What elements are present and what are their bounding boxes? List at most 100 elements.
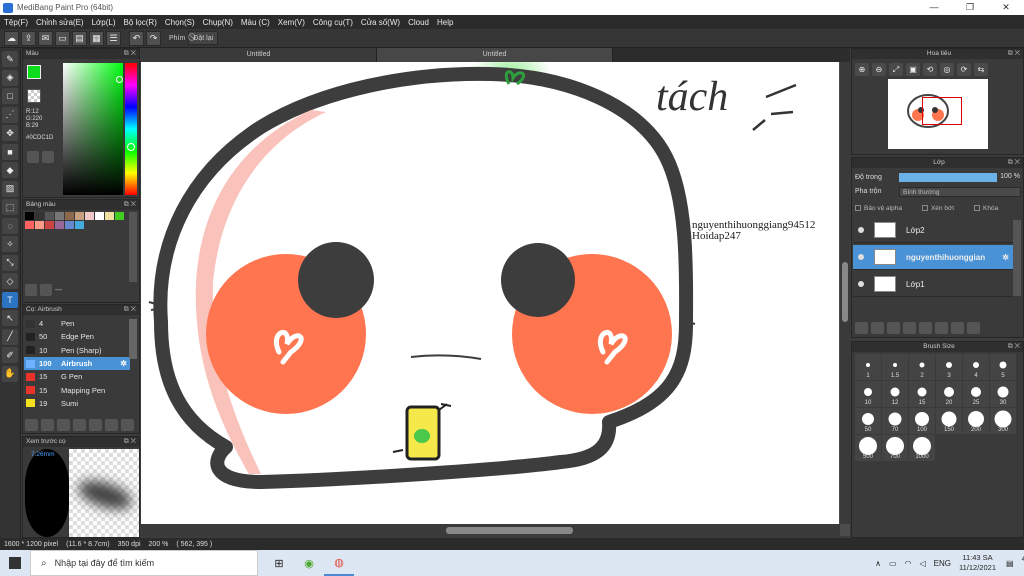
layer-folder-icon[interactable] [919,322,932,334]
merge-layer-icon[interactable] [951,322,964,334]
hand-tool-icon[interactable]: ✋ [2,365,18,382]
brush-folder-icon[interactable] [105,419,118,431]
transparent-color-swatch[interactable] [27,89,41,103]
brush-size-cell[interactable]: 300 [990,408,1016,434]
menu-file[interactable]: Tệp(F) [4,18,28,27]
palette-swatch[interactable] [55,221,64,229]
brush-size-cell[interactable]: 20 [936,381,962,407]
brush-copy-icon[interactable] [89,419,102,431]
brush-size-cell[interactable]: 200 [963,408,989,434]
brush-size-cell[interactable]: 10 [855,381,881,407]
new-layer-icon[interactable] [855,322,868,334]
menu-snap[interactable]: Chụp(N) [203,18,233,27]
delete-palette-icon[interactable] [40,284,52,296]
navigator-viewport-rect[interactable] [922,97,962,125]
undo-icon[interactable]: ↶ [129,30,144,46]
delete-layer-icon[interactable] [967,322,980,334]
layer-item[interactable]: Lớp1 [853,272,1013,297]
grid-icon[interactable]: ▦ [89,30,104,46]
palette-swatch[interactable] [95,221,104,229]
panel-close-icon[interactable]: ⧉ ✕ [124,200,136,210]
rotate-left-icon[interactable]: ⟲ [923,63,937,76]
close-button[interactable]: ✕ [988,0,1024,15]
notification-center[interactable]: ▤ 4 [1006,557,1024,568]
menu-view[interactable]: Xem(V) [278,18,305,27]
task-view-icon[interactable]: ⊞ [264,550,294,576]
menu-tools[interactable]: Công cụ(T) [313,18,353,27]
palette-swatch[interactable] [65,212,74,220]
palette-swatch[interactable] [25,212,34,220]
start-button[interactable] [0,550,30,576]
tab-untitled-2[interactable]: Untitled [377,48,613,62]
panel-close-icon[interactable]: ⧉ ✕ [124,49,136,59]
taskbar-search[interactable]: ⌕ Nhập tại đây để tìm kiếm [30,550,258,576]
palette-swatch[interactable] [105,221,114,229]
color-wheel-icon[interactable] [27,151,39,163]
layer-scrollbar[interactable] [1013,220,1021,296]
brush-window-icon[interactable] [121,419,134,431]
actual-size-icon[interactable]: ▣ [906,63,920,76]
brush-item[interactable]: 15 Mapping Pen [24,383,130,396]
duplicate-layer-icon[interactable] [935,322,948,334]
text-tool-icon[interactable]: T [2,291,18,308]
menu-layer[interactable]: Lớp(L) [92,18,116,27]
panel-close-icon[interactable]: ⧉ ✕ [1008,342,1020,352]
medibang-app-icon[interactable]: ◍ [324,550,354,576]
tray-chevron-icon[interactable]: ∧ [875,559,881,568]
hue-slider[interactable] [125,63,137,195]
menu-window[interactable]: Cửa số(W) [361,18,400,27]
brush-item[interactable]: 19 Sumi [24,397,130,410]
palette-scrollbar[interactable] [129,212,137,282]
menu-select[interactable]: Chọn(S) [165,18,195,27]
sv-handle[interactable] [116,76,123,83]
reset-button[interactable]: ⃠ Đặt lại [188,31,219,45]
eye-icon[interactable] [858,227,864,233]
layer-item[interactable]: nguyenthihuonggian ✲ [853,245,1013,270]
palette-swatch[interactable] [35,221,44,229]
select-pen-tool-icon[interactable]: ⤡ [2,254,18,271]
volume-icon[interactable]: ◁ [920,559,926,568]
brush-dropdown-icon[interactable] [57,419,70,431]
brush-size-cell[interactable]: 1 [855,354,881,380]
divide-tool-icon[interactable]: ╱ [2,328,18,345]
palette-swatch[interactable] [95,212,104,220]
eraser-tool-icon[interactable]: ◈ [2,69,18,86]
eyedropper-tool-icon[interactable]: ✐ [2,347,18,363]
add-brush-icon[interactable] [25,419,38,431]
palette-swatch[interactable] [75,212,84,220]
brush-size-cell[interactable]: 15 [909,381,935,407]
palette-swatch[interactable] [85,221,94,229]
protect-alpha-checkbox[interactable]: Bảo vệ alpha [855,205,912,212]
bucket-tool-icon[interactable]: ◆ [2,162,18,178]
menu-help[interactable]: Help [437,18,453,27]
select-eraser-tool-icon[interactable]: ◇ [2,273,18,289]
rotate-reset-icon[interactable]: ◎ [940,63,954,76]
hue-handle[interactable] [127,143,135,151]
page-icon[interactable]: ▤ [72,30,87,46]
comment-icon[interactable]: ✉ [38,30,53,46]
clock[interactable]: 11:43 SA 11/12/2021 [959,553,996,573]
brush-item[interactable]: 10 Pen (Sharp) [24,344,130,357]
brush-size-cell[interactable]: 25 [963,381,989,407]
cloud-icon[interactable]: ☁ [4,30,19,46]
brush-size-cell[interactable]: 700 [882,435,908,461]
brush-tool-icon[interactable]: ✎ [2,51,18,67]
zoom-out-icon[interactable]: ⊖ [872,63,886,76]
panel-close-icon[interactable]: ⧉ ✕ [124,305,136,315]
layer-gear-icon[interactable]: ✲ [1002,253,1009,262]
dotted-line-tool-icon[interactable]: ⋰ [2,106,18,123]
brush-page-icon[interactable] [41,419,54,431]
redo-icon[interactable]: ↷ [146,30,161,46]
network-icon[interactable]: ▭ [889,559,897,568]
menu-color[interactable]: Màu (C) [241,18,270,27]
vertical-scroll-thumb[interactable] [842,262,848,322]
palette-swatch[interactable] [45,221,54,229]
brush-item[interactable]: 15 G Pen [24,370,130,383]
brush-item[interactable]: 50 Edge Pen [24,330,130,343]
eye-icon[interactable] [858,254,864,260]
eye-icon[interactable] [858,281,864,287]
brush-size-cell[interactable]: 2 [909,354,935,380]
palette-swatch[interactable] [25,221,34,229]
select-tool-icon[interactable]: ⬚ [2,199,18,215]
gradient-tool-icon[interactable]: ▨ [2,180,18,197]
